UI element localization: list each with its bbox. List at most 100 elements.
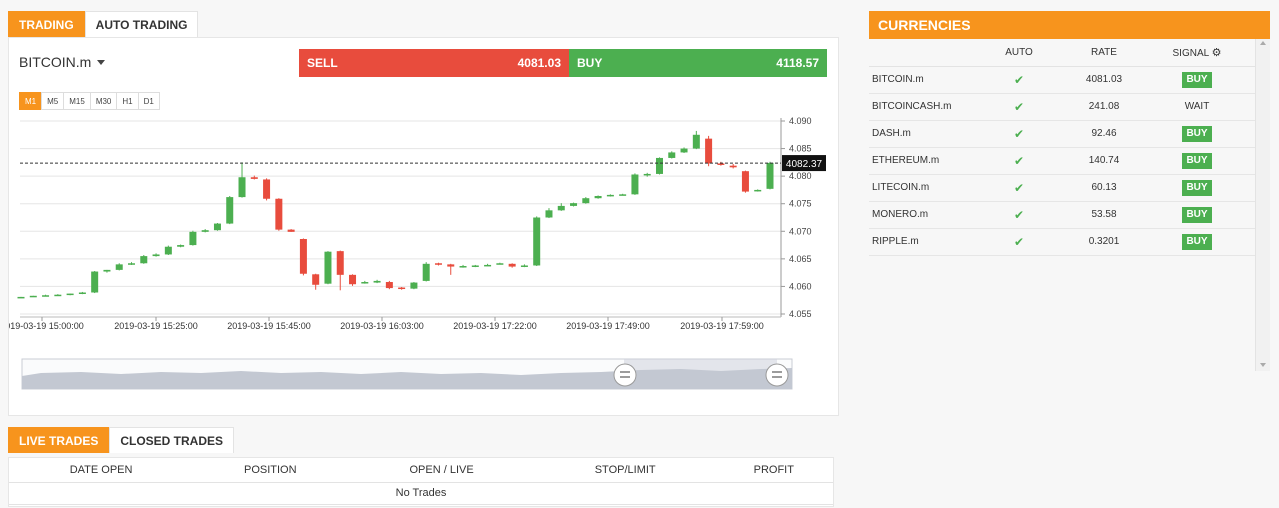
signal-buy-badge[interactable]: BUY <box>1182 152 1212 169</box>
candle[interactable] <box>128 262 136 265</box>
candle[interactable] <box>66 293 74 296</box>
chart-navigator[interactable] <box>21 358 793 392</box>
candle[interactable] <box>17 296 25 299</box>
signal-buy-badge[interactable]: BUY <box>1182 71 1212 88</box>
candle[interactable] <box>606 194 614 197</box>
candle-body <box>705 138 713 164</box>
candle[interactable] <box>410 282 418 290</box>
candle[interactable] <box>287 229 295 232</box>
drag-handle-icon[interactable] <box>613 363 637 387</box>
candle[interactable] <box>754 189 762 192</box>
candle[interactable] <box>508 263 516 268</box>
candle[interactable] <box>238 162 246 198</box>
candle[interactable] <box>213 223 221 231</box>
signal-buy-badge[interactable]: BUY <box>1182 233 1212 250</box>
auto-toggle[interactable]: ✔ <box>969 147 1069 175</box>
auto-toggle[interactable]: ✔ <box>969 174 1069 202</box>
candle[interactable] <box>484 263 492 267</box>
tab-auto-trading[interactable]: AUTO TRADING <box>84 11 199 37</box>
gear-icon[interactable]: ⚙ <box>1212 47 1222 59</box>
candle[interactable] <box>570 202 578 207</box>
scroll-down-arrow[interactable] <box>1260 363 1266 367</box>
currency-row[interactable]: MONERO.m ✔ 53.58 BUY <box>869 201 1255 229</box>
candle[interactable] <box>54 294 62 297</box>
auto-toggle[interactable]: ✔ <box>969 120 1069 148</box>
candle[interactable] <box>349 274 357 286</box>
candle[interactable] <box>766 161 774 190</box>
currency-row[interactable]: BITCOIN.m ✔ 4081.03 BUY <box>869 66 1255 94</box>
currency-row[interactable]: RIPPLE.m ✔ 0.3201 BUY <box>869 228 1255 256</box>
candle[interactable] <box>496 262 504 265</box>
candle[interactable] <box>422 262 430 282</box>
currency-row[interactable]: DASH.m ✔ 92.46 BUY <box>869 120 1255 148</box>
candle[interactable] <box>398 286 406 290</box>
drag-handle-icon[interactable] <box>765 363 789 387</box>
candle[interactable] <box>434 262 442 266</box>
candle[interactable] <box>103 269 111 273</box>
price-chart[interactable]: 4.090 4.085 4.080 4.075 4.070 4.065 4.060 4.055… <box>9 108 839 338</box>
candle[interactable] <box>373 279 381 284</box>
buy-label: BUY <box>577 56 603 70</box>
sell-button[interactable]: SELL 4081.03 <box>299 49 569 77</box>
signal-buy-badge[interactable]: BUY <box>1182 179 1212 196</box>
candle[interactable] <box>594 195 602 199</box>
candle[interactable] <box>29 295 37 298</box>
candle[interactable] <box>385 280 393 290</box>
candle[interactable] <box>336 250 344 291</box>
candle-body <box>545 210 553 218</box>
candle[interactable] <box>263 178 271 201</box>
candle[interactable] <box>177 244 185 248</box>
candle[interactable] <box>140 254 148 264</box>
candle[interactable] <box>545 208 553 219</box>
candle[interactable] <box>78 291 86 295</box>
signal-buy-badge[interactable]: BUY <box>1182 206 1212 223</box>
candle[interactable] <box>189 230 197 246</box>
auto-toggle[interactable]: ✔ <box>969 93 1069 121</box>
scroll-up-arrow[interactable] <box>1260 41 1266 45</box>
candle[interactable] <box>533 216 541 267</box>
candle[interactable] <box>152 253 160 257</box>
tab-closed-trades[interactable]: CLOSED TRADES <box>109 427 235 453</box>
candle[interactable] <box>299 238 307 276</box>
candle[interactable] <box>201 229 209 233</box>
candle[interactable] <box>361 280 369 284</box>
auto-toggle[interactable]: ✔ <box>969 201 1069 229</box>
auto-toggle[interactable]: ✔ <box>969 228 1069 256</box>
candle[interactable] <box>655 157 663 175</box>
candle-body <box>349 274 357 285</box>
candle[interactable] <box>115 263 123 271</box>
tab-live-trades[interactable]: LIVE TRADES <box>8 427 110 453</box>
candle[interactable] <box>91 270 99 294</box>
candle[interactable] <box>164 245 172 255</box>
candle[interactable] <box>692 130 700 150</box>
currency-row[interactable]: LITECOIN.m ✔ 60.13 BUY <box>869 174 1255 202</box>
current-price-label: 4082.37 <box>786 159 823 170</box>
candle[interactable] <box>631 173 639 195</box>
candle[interactable] <box>741 170 749 193</box>
candle[interactable] <box>557 203 565 211</box>
candle[interactable] <box>520 264 528 268</box>
candle[interactable] <box>42 294 50 297</box>
buy-button[interactable]: BUY 4118.57 <box>569 49 827 77</box>
tab-trading[interactable]: TRADING <box>8 11 85 37</box>
signal-buy-badge[interactable]: BUY <box>1182 125 1212 142</box>
candle[interactable] <box>705 135 713 167</box>
currency-row[interactable]: ETHEREUM.m ✔ 140.74 BUY <box>869 147 1255 175</box>
candle[interactable] <box>619 193 627 196</box>
auto-toggle[interactable]: ✔ <box>969 66 1069 94</box>
currency-row[interactable]: BITCOINCASH.m ✔ 241.08 WAIT <box>869 93 1255 121</box>
symbol-selector[interactable]: BITCOIN.m <box>19 54 106 70</box>
candle[interactable] <box>324 251 332 285</box>
candle[interactable] <box>312 273 320 290</box>
scrollbar[interactable] <box>1255 39 1270 371</box>
candle[interactable] <box>582 197 590 204</box>
candle[interactable] <box>717 161 725 166</box>
candle[interactable] <box>471 264 479 268</box>
candle[interactable] <box>459 264 467 268</box>
candle[interactable] <box>729 164 737 169</box>
candle-body <box>410 282 418 289</box>
candle[interactable] <box>275 198 283 231</box>
candle[interactable] <box>226 195 234 225</box>
candle[interactable] <box>668 151 676 159</box>
candle[interactable] <box>447 263 455 275</box>
